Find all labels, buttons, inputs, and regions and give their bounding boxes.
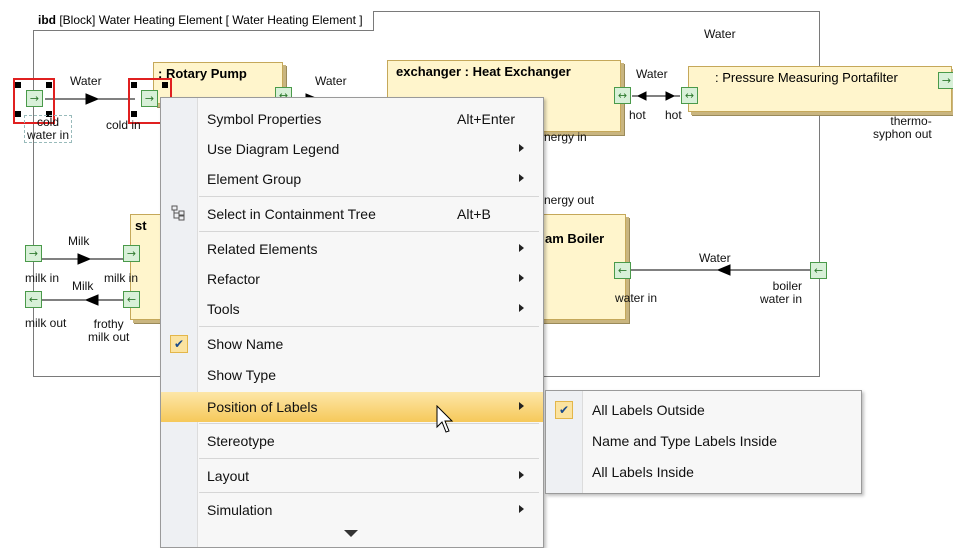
connector-label-water: Water (70, 74, 102, 88)
port-boiler-water-in[interactable]: ← (810, 262, 827, 279)
portafilter-block[interactable]: : Pressure Measuring Portafilter (688, 66, 952, 112)
submenu-item-label: All Labels Inside (592, 464, 694, 480)
menu-item-tools[interactable]: Tools (161, 294, 543, 324)
menu-item-symbol-properties[interactable]: Symbol Properties Alt+Enter (161, 104, 543, 134)
port-hot-1[interactable]: ↔ (614, 87, 631, 104)
menu-separator (199, 326, 539, 327)
menu-separator (199, 423, 539, 424)
submenu-arrow-icon (519, 274, 524, 282)
steam-boiler-title: am Boiler (545, 231, 605, 246)
menu-item-shortcut: Alt+B (457, 206, 491, 222)
connector-label-water: Water (636, 67, 668, 81)
port-label-milk-in-2: milk in (104, 271, 139, 285)
port-label-milk-out: milk out (25, 316, 67, 330)
context-menu: Symbol Properties Alt+Enter Use Diagram … (160, 97, 544, 548)
menu-item-select-in-containment-tree[interactable]: Select in Containment Tree Alt+B (161, 199, 543, 229)
menu-item-show-type[interactable]: Show Type (161, 360, 543, 390)
submenu-item-label: All Labels Outside (592, 402, 705, 418)
port-label-thermo-out: thermo- syphon out (873, 114, 932, 141)
menu-item-label: Element Group (207, 171, 302, 187)
menu-separator (199, 492, 539, 493)
checkmark-icon: ✔ (170, 335, 188, 353)
port-label-energy-out: nergy out (544, 193, 595, 207)
containment-tree-icon (171, 205, 185, 221)
port-label-cold-water-in: cold water in (24, 115, 73, 143)
handle[interactable] (46, 82, 52, 88)
menu-separator (199, 196, 539, 197)
menu-item-label: Refactor (207, 271, 260, 287)
menu-item-label: Stereotype (207, 433, 275, 449)
menu-item-position-of-labels[interactable]: Position of Labels (161, 392, 543, 422)
menu-item-label: Simulation (207, 502, 273, 518)
menu-item-label: Use Diagram Legend (207, 141, 340, 157)
steam-boiler-block[interactable]: am Boiler (530, 214, 626, 320)
menu-separator (199, 231, 539, 232)
menu-item-refactor[interactable]: Refactor (161, 264, 543, 294)
connector-label-water: Water (699, 251, 731, 265)
port-label-water-in: water in (615, 291, 658, 305)
menu-item-shortcut: Alt+Enter (457, 111, 515, 127)
menu-item-label: Related Elements (207, 241, 318, 257)
port-thermo-out[interactable]: → (938, 72, 953, 89)
connector-label-milk: Milk (72, 279, 94, 293)
submenu-item-name-and-type-labels-inside[interactable]: Name and Type Labels Inside (546, 426, 861, 456)
submenu-arrow-icon (519, 244, 524, 252)
menu-item-simulation[interactable]: Simulation (161, 495, 543, 525)
heat-exchanger-title: exchanger : Heat Exchanger (396, 64, 571, 79)
scroll-down-arrow-icon[interactable] (344, 530, 358, 537)
mouse-cursor-icon (436, 405, 454, 433)
port-frothy-milk-out[interactable]: ← (123, 291, 140, 308)
menu-item-stereotype[interactable]: Stereotype (161, 426, 543, 456)
submenu-position-of-labels: ✔ All Labels Outside Name and Type Label… (545, 390, 862, 494)
port-milk-in[interactable]: → (25, 245, 42, 262)
port-label-boiler-water-in: boiler water in (760, 279, 803, 306)
steam-left-title: st (135, 218, 147, 233)
port-water-in[interactable]: ← (614, 262, 631, 279)
menu-item-layout[interactable]: Layout (161, 461, 543, 491)
port-milk-in-2[interactable]: → (123, 245, 140, 262)
submenu-arrow-icon (519, 402, 524, 410)
menu-item-label: Select in Containment Tree (207, 206, 376, 222)
menu-separator (199, 458, 539, 459)
menu-item-label: Symbol Properties (207, 111, 322, 127)
handle[interactable] (131, 111, 137, 117)
checkmark-icon: ✔ (555, 401, 573, 419)
submenu-item-label: Name and Type Labels Inside (592, 433, 777, 449)
submenu-arrow-icon (519, 174, 524, 182)
menu-item-label: Tools (207, 301, 240, 317)
connector-label-milk: Milk (68, 234, 90, 248)
submenu-arrow-icon (519, 471, 524, 479)
menu-item-label: Position of Labels (207, 399, 318, 415)
port-milk-out[interactable]: ← (25, 291, 42, 308)
submenu-arrow-icon (519, 505, 524, 513)
menu-item-element-group[interactable]: Element Group (161, 164, 543, 194)
portafilter-title: : Pressure Measuring Portafilter (715, 70, 898, 85)
port-label-energy-in: nergy in (544, 130, 587, 144)
port-label-frothy-milk-out: frothy milk out (88, 317, 130, 344)
handle[interactable] (162, 82, 168, 88)
menu-item-label: Show Type (207, 367, 277, 383)
menu-item-label: Layout (207, 468, 250, 484)
menu-item-label: Show Name (207, 336, 284, 352)
menu-item-related-elements[interactable]: Related Elements (161, 234, 543, 264)
connector-label-water: Water (315, 74, 347, 88)
port-label-cold-in: cold in (106, 118, 141, 132)
submenu-item-all-labels-outside[interactable]: ✔ All Labels Outside (546, 395, 861, 425)
port-hot-2[interactable]: ↔ (681, 87, 698, 104)
submenu-item-all-labels-inside[interactable]: All Labels Inside (546, 457, 861, 487)
handle[interactable] (15, 111, 21, 117)
menu-item-show-name[interactable]: ✔ Show Name (161, 329, 543, 359)
port-label-hot: hot (665, 108, 682, 122)
submenu-arrow-icon (519, 304, 524, 312)
handle[interactable] (15, 82, 21, 88)
port-label-milk-in: milk in (25, 271, 60, 285)
menu-item-use-diagram-legend[interactable]: Use Diagram Legend (161, 134, 543, 164)
handle[interactable] (131, 82, 137, 88)
submenu-arrow-icon (519, 144, 524, 152)
port-label-hot: hot (629, 108, 646, 122)
